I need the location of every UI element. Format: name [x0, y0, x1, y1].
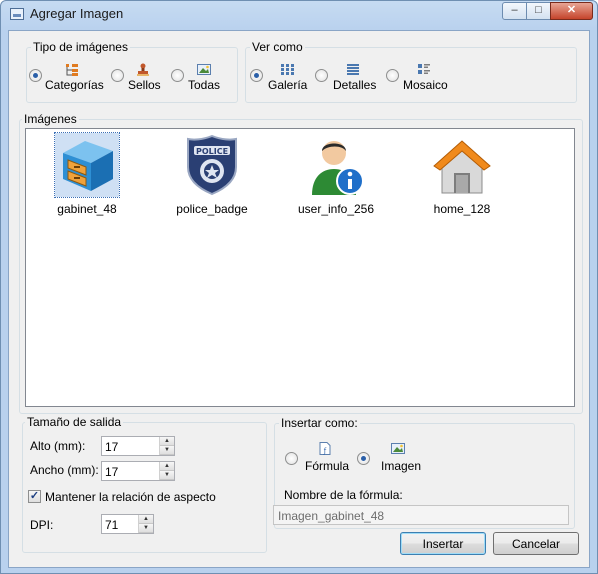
radio-imagen[interactable] — [357, 452, 370, 465]
radio-categorias[interactable] — [29, 69, 42, 82]
police-badge-icon: POLICE — [187, 134, 237, 196]
label-imagen: Imagen — [381, 459, 422, 473]
user-info-icon — [312, 141, 364, 195]
images-legend: Imágenes — [22, 112, 79, 126]
window-icon — [10, 8, 24, 20]
svg-text:POLICE: POLICE — [196, 147, 228, 156]
output-size-legend: Tamaño de salida — [25, 415, 124, 429]
radio-todas[interactable] — [171, 69, 184, 82]
ancho-decrement-button[interactable]: ▼ — [160, 471, 174, 480]
alto-value: 17 — [105, 440, 119, 454]
label-sellos: Sellos — [128, 78, 161, 92]
gallery-item-label: police_badge — [176, 202, 248, 216]
image-gallery-list[interactable]: gabinet_48 POLICE police_badge user_info… — [25, 128, 575, 407]
gallery-item-police-badge[interactable]: POLICE police_badge — [164, 131, 260, 217]
gallery-item-gabinet[interactable]: gabinet_48 — [39, 131, 135, 217]
insert-button[interactable]: Insertar — [400, 532, 486, 555]
radio-galeria[interactable] — [250, 69, 263, 82]
alto-increment-button[interactable]: ▲ — [160, 437, 174, 446]
image-type-legend: Tipo de imágenes — [31, 40, 130, 54]
gallery-item-user-info[interactable]: user_info_256 — [288, 131, 384, 217]
close-button[interactable]: ✕ — [550, 2, 593, 20]
gallery-item-home[interactable]: home_128 — [414, 131, 510, 217]
radio-sellos[interactable] — [111, 69, 124, 82]
radio-formula[interactable] — [285, 452, 298, 465]
view-as-legend: Ver como — [250, 40, 305, 54]
gallery-item-label: gabinet_48 — [57, 202, 117, 216]
image-type-group: Tipo de imágenes Categorías Sellos Todas — [26, 40, 238, 103]
label-detalles: Detalles — [333, 78, 377, 92]
gallery-item-label: home_128 — [433, 202, 491, 216]
tile-view-icon — [418, 64, 430, 74]
alto-stepper[interactable]: 17 ▲ ▼ — [101, 436, 175, 456]
ancho-increment-button[interactable]: ▲ — [160, 462, 174, 471]
picture-icon — [197, 64, 211, 75]
label-categorias: Categorías — [45, 78, 104, 92]
label-formula: Fórmula — [305, 459, 350, 473]
alto-label: Alto (mm): — [30, 439, 86, 453]
dpi-decrement-button[interactable]: ▼ — [139, 524, 153, 533]
insert-as-legend: Insertar como: — [279, 416, 360, 430]
dialog-client-area: Tipo de imágenes Categorías Sellos Todas… — [8, 30, 590, 568]
view-as-group: Ver como Galería Detalles Mosaico — [245, 40, 577, 103]
categories-icon — [66, 64, 78, 76]
minimize-button[interactable]: – — [502, 2, 527, 20]
formula-icon: ƒ — [319, 442, 331, 455]
image-icon — [391, 443, 405, 454]
gallery-view-icon — [281, 64, 294, 75]
ancho-stepper[interactable]: 17 ▲ ▼ — [101, 461, 175, 481]
cancel-button[interactable]: Cancelar — [493, 532, 579, 555]
title-bar[interactable]: Agregar Imagen – □ ✕ — [1, 1, 597, 27]
home-icon — [433, 140, 491, 194]
label-mosaico: Mosaico — [403, 78, 448, 92]
dpi-value: 71 — [105, 518, 119, 532]
maximize-button[interactable]: □ — [526, 2, 551, 20]
alto-decrement-button[interactable]: ▼ — [160, 446, 174, 455]
label-galeria: Galería — [268, 78, 308, 92]
cabinet-icon — [54, 132, 120, 198]
radio-detalles[interactable] — [315, 69, 328, 82]
dpi-increment-button[interactable]: ▲ — [139, 515, 153, 524]
radio-mosaico[interactable] — [386, 69, 399, 82]
window-title: Agregar Imagen — [30, 6, 124, 21]
details-view-icon — [347, 64, 359, 75]
dpi-stepper[interactable]: 71 ▲ ▼ — [101, 514, 154, 534]
formula-name-label: Nombre de la fórmula: — [284, 488, 403, 502]
dpi-label: DPI: — [30, 518, 54, 532]
label-todas: Todas — [188, 78, 221, 92]
keep-aspect-checkbox[interactable]: ✓ — [28, 490, 41, 503]
svg-text:ƒ: ƒ — [323, 447, 327, 455]
gallery-item-label: user_info_256 — [297, 202, 375, 216]
stamp-icon — [137, 63, 149, 76]
keep-aspect-label[interactable]: Mantener la relación de aspecto — [45, 490, 216, 504]
ancho-label: Ancho (mm): — [30, 463, 99, 477]
formula-name-input[interactable]: Imagen_gabinet_48 — [273, 505, 569, 525]
ancho-value: 17 — [105, 465, 119, 479]
dialog-window: Agregar Imagen – □ ✕ Tipo de imágenes Ca… — [0, 0, 598, 574]
